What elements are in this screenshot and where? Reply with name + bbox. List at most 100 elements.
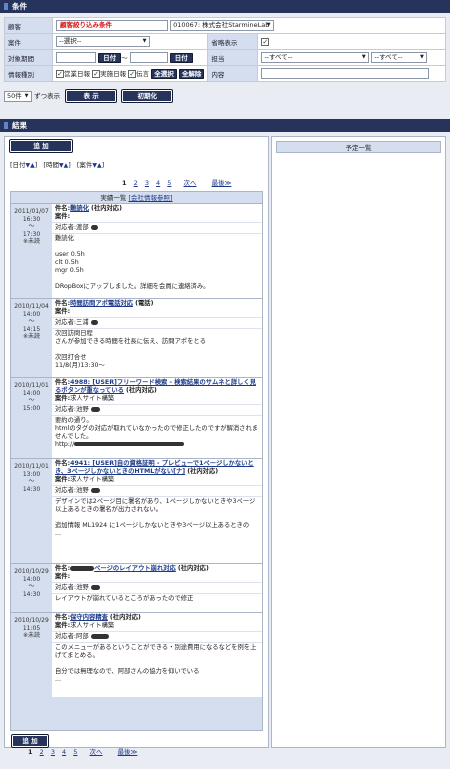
- next-link[interactable]: 次へ: [183, 179, 196, 187]
- assignee-select-1[interactable]: --すべて-- ▼: [261, 52, 370, 63]
- period-to-input[interactable]: [129, 52, 168, 64]
- page-link-3[interactable]: 3: [145, 179, 149, 187]
- list-item: 2010/10/29 14:00 〜 14:30 件名: ページのレイアウト崩れ対…: [11, 564, 262, 613]
- clear-all-button[interactable]: 全解除: [178, 69, 205, 79]
- omit-cell: ✓: [257, 33, 446, 50]
- redacted-mark: [70, 565, 95, 571]
- content-line: [55, 660, 259, 668]
- content-line: 難読化: [55, 235, 74, 242]
- content-line: デザインでは2ページ目に署名があり、1ページしかないときや3ページ以上あるときの…: [55, 498, 256, 513]
- entry-title-link[interactable]: 保守内容精査: [70, 614, 108, 621]
- last-link[interactable]: 最後≫: [118, 748, 138, 756]
- entry-person: 三浦: [76, 319, 89, 326]
- entry-status: ※未読: [22, 632, 41, 639]
- customer-select[interactable]: 010067: 株式会社StarmineLab ▼: [170, 20, 275, 31]
- content-input[interactable]: [261, 68, 430, 79]
- entry-title-label: 件名:: [55, 565, 71, 572]
- per-page-select[interactable]: 50件 ▼: [4, 90, 32, 102]
- chevron-down-icon: ▼: [266, 22, 271, 28]
- page-link-5[interactable]: 5: [73, 748, 77, 756]
- redacted-mark: [90, 319, 98, 325]
- page-link-1[interactable]: 1: [28, 748, 33, 756]
- entry-content: 要約の通り。 htmlのタグの対応が取れていなかったので修正したのですが解消され…: [52, 416, 262, 450]
- entry-project: 求人サイト構築: [70, 476, 115, 483]
- page-link-5[interactable]: 5: [167, 179, 171, 187]
- pagination-bottom: 1 2 3 4 5 次へ 最後≫: [28, 746, 142, 756]
- content-line: さんが参加できる時間を社長に伝え、訪問アポをとる: [55, 338, 206, 345]
- entry-title-link[interactable]: 4941: [USER]自の資格証明 - プレビューで1ページしかないとき、3ペ…: [55, 460, 254, 475]
- company-info-link[interactable]: [会社情報参照]: [129, 194, 173, 202]
- entry-person-label: 対応者:: [55, 224, 77, 231]
- entry-title-label: 件名:: [55, 379, 71, 386]
- customer-label: 顧客: [4, 17, 53, 34]
- entry-content: 次回訪問日程 さんが参加できる時間を社長に伝え、訪問アポをとる 次回打合せ 11…: [52, 329, 262, 371]
- entry-content: レイアウトが崩れているところがあったので修正: [52, 594, 262, 604]
- entry-start: 14:00: [22, 389, 41, 397]
- last-link[interactable]: 最後≫: [212, 179, 232, 187]
- project-cell: --選択-- ▼: [51, 33, 209, 50]
- show-button[interactable]: 表 示: [66, 90, 117, 102]
- next-link[interactable]: 次へ: [89, 748, 102, 756]
- per-page-suffix: ずつ表示: [34, 92, 61, 100]
- project-select[interactable]: --選択-- ▼: [56, 36, 150, 47]
- select-all-button[interactable]: 全選択: [151, 69, 177, 79]
- period-from-date-button[interactable]: 日付: [98, 52, 122, 63]
- redacted-mark: [90, 584, 100, 590]
- page-link-4[interactable]: 4: [62, 748, 66, 756]
- entry-person-label: 対応者:: [55, 584, 77, 591]
- content-line: user 0.5h: [55, 251, 85, 258]
- content-line: 追加情報 ML1924 に1ページしかないときや3ページ以上あるときの: [55, 522, 250, 529]
- list-item: 2010/11/01 14:00 〜 15:00 件名:4988: [USER]…: [11, 378, 262, 459]
- period-label: 対象期間: [4, 49, 53, 66]
- customer-narrow-input[interactable]: 顧客絞り込み条件: [56, 20, 168, 31]
- reset-button[interactable]: 初期化: [122, 90, 173, 102]
- history-list: 実績一覧 [会社情報参照] 2011/01/07 16:30 〜 17:30 ※…: [10, 191, 263, 731]
- page-link-2[interactable]: 2: [40, 748, 44, 756]
- page-link-3[interactable]: 3: [51, 748, 55, 756]
- period-from-input[interactable]: [56, 52, 96, 64]
- entry-title-link[interactable]: ページのレイアウト崩れ対応: [94, 565, 176, 572]
- entry-person: 池野: [76, 584, 89, 591]
- entry-tag: (社内対応): [91, 205, 122, 212]
- info-type-checkbox-work[interactable]: ✓: [92, 70, 101, 78]
- entry-status: ※未読: [22, 333, 41, 340]
- list-item: 2011/01/07 16:30 〜 17:30 ※未読 件名:難読化 (社内対…: [11, 204, 262, 299]
- content-line: 11/8(月)13:30〜: [55, 362, 105, 369]
- info-type-checkbox-sales[interactable]: ✓: [56, 70, 64, 78]
- page-link-1[interactable]: 1: [122, 179, 127, 187]
- omit-checkbox[interactable]: ✓: [261, 37, 270, 46]
- add-button-top[interactable]: 追 加: [10, 140, 72, 152]
- page-link-2[interactable]: 2: [134, 179, 138, 187]
- entry-person-row: 対応者:三浦: [52, 318, 262, 329]
- entry-start: 13:00: [22, 470, 41, 478]
- results-header: 結果: [0, 119, 450, 132]
- entry-tag: (社内対応): [177, 565, 209, 572]
- page-link-4[interactable]: 4: [156, 179, 160, 187]
- info-type-label-work: 実施日報: [100, 70, 127, 78]
- content-line: htmlのタグの対応が取れていなかったので修正したのですが解消されませんでした。: [55, 425, 259, 440]
- info-type-checkbox-message[interactable]: ✓: [128, 70, 137, 78]
- entry-project-label: 案件:: [55, 573, 71, 580]
- entry-title-link[interactable]: 難読化: [70, 205, 89, 212]
- conditions-title: 条件: [12, 2, 27, 11]
- entry-person-label: 対応者:: [55, 487, 77, 494]
- period-to-date-button[interactable]: 日付: [169, 52, 193, 63]
- bracket-close: ]: [34, 161, 38, 169]
- assignee-select-1-value: --すべて--: [264, 53, 293, 61]
- redacted-mark: [90, 224, 98, 230]
- entry-title-link[interactable]: 時間訪問アポ電話対応: [70, 300, 133, 307]
- redacted-mark: [90, 406, 100, 412]
- content-line: [55, 514, 259, 522]
- schedule-title: 予定一覧: [276, 141, 441, 153]
- content-line: 要約の通り。: [55, 417, 93, 424]
- assignee-select-2-value: --すべて--: [374, 53, 403, 61]
- entry-body: 件名:4941: [USER]自の資格証明 - プレビューで1ページしかないとき…: [52, 459, 262, 563]
- conditions-header: 条件: [0, 0, 450, 13]
- entry-title-row: 件名:4941: [USER]自の資格証明 - プレビューで1ページしかないとき…: [52, 459, 262, 486]
- assignee-select-2[interactable]: --すべて-- ▼: [371, 52, 428, 63]
- content-line: 自分では無理なので、阿部さんの協力を仰いでいる: [55, 668, 200, 675]
- entry-title-row: 件名:時間訪問アポ電話対応 (電話) 案件:: [52, 299, 262, 318]
- chevron-down-icon: ▼: [361, 54, 366, 60]
- content-line: ...: [55, 530, 62, 537]
- entry-date: 2011/01/07: [14, 208, 49, 215]
